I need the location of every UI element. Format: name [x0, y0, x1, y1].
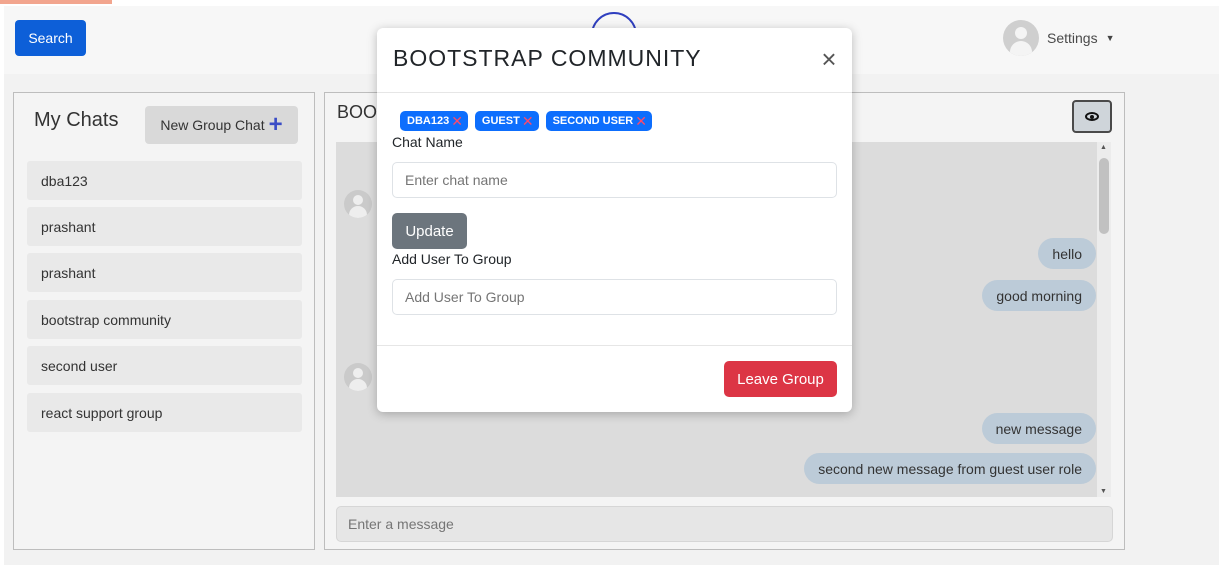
member-badge[interactable]: SECOND USER ✕	[545, 111, 652, 131]
remove-member-icon[interactable]: ✕	[522, 114, 534, 128]
close-icon[interactable]: ×	[818, 46, 840, 72]
remove-member-icon[interactable]: ✕	[635, 114, 647, 128]
member-badges: DBA123 ✕ GUEST ✕ SECOND USER ✕	[400, 111, 652, 131]
leave-group-button[interactable]: Leave Group	[724, 361, 837, 397]
chat-name-label: Chat Name	[392, 134, 463, 150]
add-user-label: Add User To Group	[392, 251, 512, 267]
modal-footer-divider	[377, 345, 852, 346]
modal-header-divider	[377, 92, 852, 93]
update-button[interactable]: Update	[392, 213, 467, 249]
member-badge-label: GUEST	[481, 115, 520, 127]
add-user-input[interactable]	[392, 279, 837, 315]
member-badge[interactable]: GUEST ✕	[474, 111, 539, 131]
member-badge[interactable]: DBA123 ✕	[400, 111, 468, 131]
group-settings-modal: BOOTSTRAP COMMUNITY × DBA123 ✕ GUEST ✕ S…	[377, 28, 852, 412]
remove-member-icon[interactable]: ✕	[451, 114, 463, 128]
chat-name-input[interactable]	[392, 162, 837, 198]
member-badge-label: SECOND USER	[552, 115, 634, 127]
modal-title: BOOTSTRAP COMMUNITY	[393, 45, 702, 71]
member-badge-label: DBA123	[407, 115, 450, 127]
